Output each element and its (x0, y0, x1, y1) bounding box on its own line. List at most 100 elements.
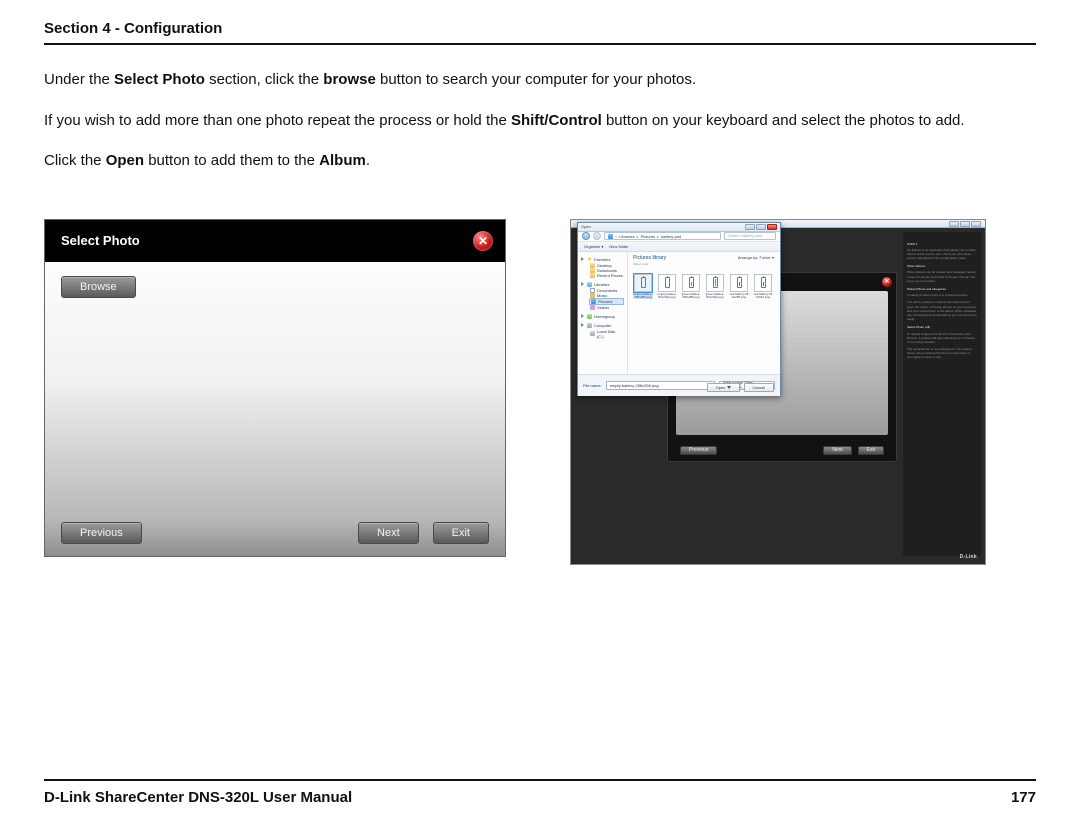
text: section, click the (205, 71, 323, 88)
library-icon (587, 282, 592, 287)
close-icon[interactable]: ✕ (882, 277, 892, 287)
nav-item-videos[interactable]: Videos (589, 305, 624, 310)
close-icon[interactable]: ✕ (473, 231, 493, 251)
text: Under the (44, 71, 114, 88)
folder-icon (590, 273, 595, 278)
exit-button[interactable]: Exit (858, 446, 884, 455)
file-thumbnail[interactable]: empty-battery-512x512.png (657, 274, 677, 300)
exit-button[interactable]: Exit (433, 522, 489, 544)
arrange-value[interactable]: Folder ▾ (760, 255, 774, 260)
side-text: The uploaded file is now displayed in th… (907, 347, 977, 360)
window-minimize-icon[interactable] (949, 221, 959, 227)
file-thumbnail[interactable]: empty-battery-256x256.png (633, 274, 653, 300)
bold: Select Photo (114, 71, 205, 88)
search-input[interactable]: Search battery-psd (724, 232, 776, 240)
side-heading: Select Photo (All) (907, 325, 977, 329)
text: Click the (44, 152, 106, 169)
side-text: You will be guided in a few simple steps… (907, 300, 977, 321)
window-maximize-icon[interactable] (960, 221, 970, 227)
modal-body: Browse Previous Next Exit (45, 262, 505, 556)
thumbnail-row: empty-battery-256x256.pngempty-battery-5… (633, 274, 775, 300)
arrange-label: Arrange by: (738, 255, 759, 260)
file-thumbnail[interactable]: red-battery-512x512.png (753, 274, 773, 300)
breadcrumb-item[interactable]: Libraries (619, 234, 634, 239)
side-heading: STEP 1 (907, 242, 977, 246)
next-button[interactable]: Next (358, 522, 419, 544)
arrange-by: Arrange by: Folder ▾ (738, 255, 774, 260)
window-maximize-icon[interactable] (756, 224, 766, 230)
pictures-icon (591, 299, 596, 304)
file-thumbnail[interactable]: green-battery-512x512.png (705, 274, 725, 300)
nav-group-favorites[interactable]: Favorites (581, 257, 624, 262)
nav-group-computer[interactable]: Computer (581, 323, 624, 328)
body-text: Under the Select Photo section, click th… (44, 69, 1036, 173)
modal-title: Select Photo (61, 233, 140, 248)
filename-input[interactable]: empty-battery-256x256.png (606, 381, 715, 390)
address-bar-row: « Libraries ▸ Pictures ▸ battery-psd Sea… (578, 232, 780, 242)
window-close-icon[interactable] (971, 221, 981, 227)
figure-open-dialog-context: ✕ Previous Next Exit Open (570, 219, 986, 565)
file-name: green-battery-512x512.png (705, 293, 725, 300)
chevron-down-icon (727, 386, 731, 389)
library-subtitle: battery-psd (633, 262, 775, 266)
nav-item-music[interactable]: Music (589, 293, 624, 298)
side-text: To upload images from the PC's local dri… (907, 332, 977, 345)
paragraph-1: Under the Select Photo section, click th… (44, 69, 1036, 92)
side-heading: Photo albums (907, 264, 977, 268)
filename-label: File name: (583, 383, 602, 388)
organize-menu[interactable]: Organize ▾ (584, 244, 603, 249)
nav-forward-icon[interactable] (593, 232, 601, 240)
cancel-button[interactable]: Cancel (744, 383, 774, 392)
breadcrumb[interactable]: « Libraries ▸ Pictures ▸ battery-psd (604, 232, 721, 240)
nav-group-libraries[interactable]: Libraries (581, 282, 624, 287)
previous-button[interactable]: Previous (61, 522, 142, 544)
browse-button[interactable]: Browse (61, 276, 136, 298)
page-number: 177 (1011, 789, 1036, 806)
nav-item-localdisk[interactable]: Local Disk (C:) (589, 329, 624, 339)
text: button on your keyboard and select the p… (602, 112, 965, 129)
breadcrumb-item[interactable]: battery-psd (661, 234, 681, 239)
nav-pane: Favorites Desktop Downloads Recent Place… (578, 252, 628, 374)
file-list-pane: Pictures library battery-psd empty-batte… (628, 252, 780, 374)
file-name: red-battery-512x512.png (753, 293, 773, 300)
help-side-panel: STEP 1 My Photos is an application that … (903, 232, 981, 556)
drive-icon (590, 331, 595, 336)
side-heading: Shared Photo and categories (907, 287, 977, 291)
window-minimize-icon[interactable] (745, 224, 755, 230)
new-folder-button[interactable]: New folder (609, 244, 628, 249)
dialog-toolbar: Organize ▾ New folder (578, 242, 780, 252)
nav-group-homegroup[interactable]: Homegroup (581, 314, 624, 319)
nav-item-recent[interactable]: Recent Places (589, 273, 624, 278)
window-close-icon[interactable] (767, 224, 777, 230)
previous-button[interactable]: Previous (680, 446, 717, 455)
dialog-title: Open (581, 224, 591, 229)
homegroup-icon (587, 314, 592, 319)
side-text: Photo albums can be created and managed … (907, 270, 977, 283)
folder-icon (590, 268, 595, 273)
nav-back-icon[interactable] (582, 232, 590, 240)
file-thumbnail[interactable]: green-battery-256x256.png (681, 274, 701, 300)
nav-item-pictures[interactable]: Pictures (589, 298, 624, 305)
bold: Album (319, 152, 366, 169)
paragraph-2: If you wish to add more than one photo r… (44, 110, 1036, 133)
computer-icon (587, 323, 592, 328)
breadcrumb-item[interactable]: Pictures (641, 234, 655, 239)
file-name: red-battery-256x256.png (729, 293, 749, 300)
open-button[interactable]: Open (707, 383, 740, 392)
star-icon (587, 257, 592, 262)
bold: Shift/Control (511, 112, 602, 129)
modal-titlebar: Select Photo ✕ (45, 220, 505, 262)
next-button[interactable]: Next (823, 446, 851, 455)
dialog-titlebar: Open (578, 223, 780, 232)
pictures-icon (608, 234, 613, 239)
footer-product: D-Link ShareCenter DNS-320L User Manual (44, 789, 352, 806)
bold: browse (323, 71, 376, 88)
text: button to search your computer for your … (376, 71, 696, 88)
file-thumbnail[interactable]: red-battery-256x256.png (729, 274, 749, 300)
text: If you wish to add more than one photo r… (44, 112, 511, 129)
section-header: Section 4 - Configuration (44, 20, 1036, 45)
file-name: green-battery-256x256.png (681, 293, 701, 300)
folder-icon (590, 263, 595, 268)
text: . (366, 152, 370, 169)
paragraph-3: Click the Open button to add them to the… (44, 150, 1036, 173)
